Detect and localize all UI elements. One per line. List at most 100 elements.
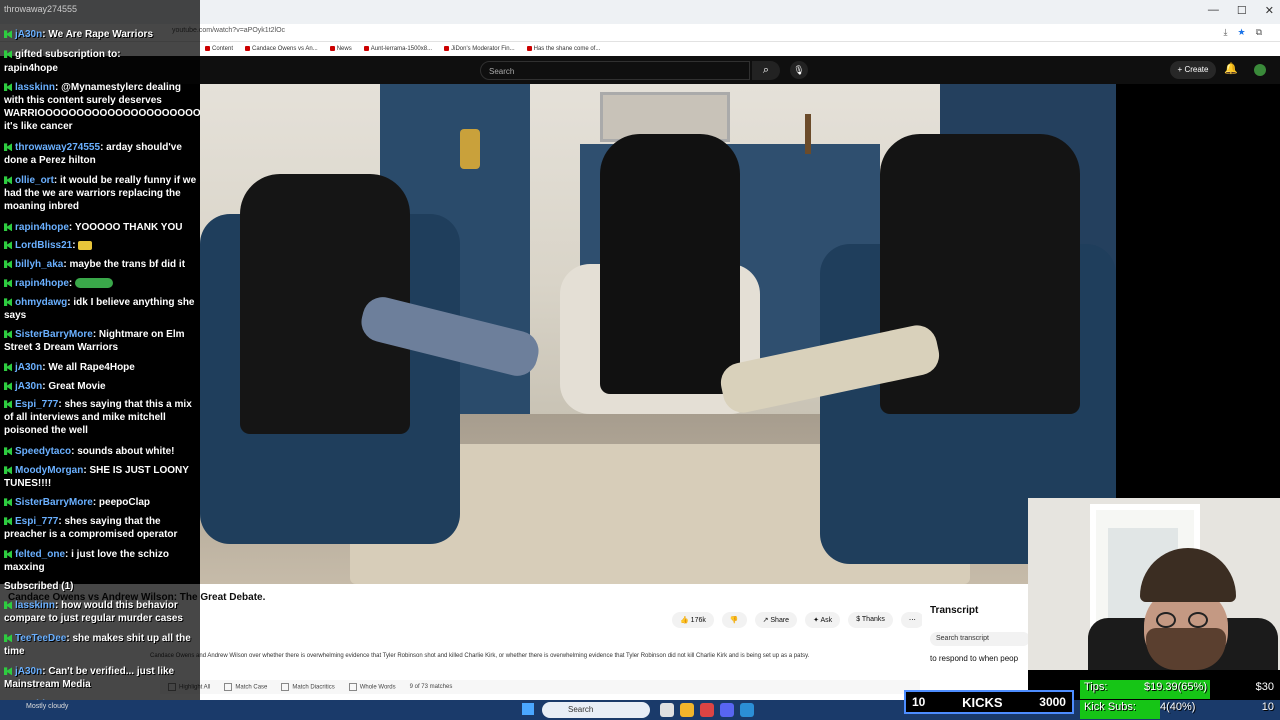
bookmark-item[interactable]: Candace Owens vs An... (245, 46, 318, 52)
taskbar-app-icon[interactable] (680, 703, 694, 717)
maximize-button[interactable]: ☐ (1237, 4, 1247, 17)
bookmark-item[interactable]: Content (205, 46, 233, 52)
thanks-button[interactable]: $ Thanks (848, 612, 893, 628)
subs-goal: 10 (1261, 701, 1274, 713)
chat-message: gifted subscription to: (4, 48, 198, 61)
transcript-search-input[interactable]: Search transcript (930, 632, 1030, 646)
chat-username[interactable]: Espi_777 (15, 516, 58, 527)
chat-username[interactable]: Speedytaco (15, 446, 71, 457)
download-icon[interactable]: ⤓ (1224, 27, 1228, 38)
chat-message: jA30n: Can't be verified... just like Ma… (4, 665, 198, 691)
chat-username[interactable]: billyh_aka (15, 259, 63, 270)
chat-message: jA30n: We Are Rape Warriors (4, 28, 198, 41)
chat-message: jA30n: We all Rape4Hope (4, 361, 198, 374)
chat-overlay: throwaway274555 jA30n: We Are Rape Warri… (0, 0, 200, 720)
chat-message: SisterBarryMore: peepoClap (4, 496, 198, 509)
chat-username[interactable]: jA30n (15, 381, 42, 392)
chat-message: TeeTeeDee: she makes shit up all the tim… (4, 632, 198, 658)
chat-username[interactable]: LordBliss21 (15, 240, 72, 251)
create-label: Create (1184, 65, 1209, 74)
like-button[interactable]: 👍 176k (672, 612, 714, 628)
video-description[interactable]: Candace Owens and Andrew Wilson over whe… (150, 653, 809, 659)
taskbar-app-icon[interactable] (660, 703, 674, 717)
chat-message: rapin4hope: (4, 277, 198, 290)
subs-label: Kick Subs: (1084, 701, 1136, 713)
avatar[interactable] (1254, 64, 1266, 76)
chat-username[interactable]: TeeTeeDee (15, 633, 66, 644)
chat-message: jA30n: Great Movie (4, 380, 198, 393)
tips-goal: $30 (1255, 681, 1274, 693)
taskbar-app-icon[interactable] (740, 703, 754, 717)
chat-username[interactable]: SisterBarryMore (15, 329, 93, 340)
subscriber-badge-icon (4, 517, 12, 526)
find-bar: Highlight All Match Case Match Diacritic… (160, 680, 920, 694)
extension-icon[interactable]: ⧉ (1256, 27, 1262, 38)
tips-goal-overlay: Tips: $19.39(65%) $30 Kick Subs: 4(40%) … (1080, 678, 1280, 720)
bookmark-item[interactable]: Aunt-lerrama-1500x8... (364, 46, 432, 52)
webcam-glasses-right (1188, 612, 1208, 628)
transcript-line[interactable]: to respond to when peop (930, 654, 1018, 663)
subscriber-badge-icon (4, 260, 12, 269)
subscriber-badge-icon (4, 382, 12, 391)
taskbar-app-icon[interactable] (700, 703, 714, 717)
taskbar-app-icon[interactable] (720, 703, 734, 717)
transcript-title: Transcript (930, 605, 979, 616)
chat-username[interactable]: Espi_777 (15, 399, 58, 410)
kicks-counter: 10 KICKS 3000 (904, 690, 1074, 714)
like-count: 176k (690, 617, 706, 624)
chat-message: ohmydawg: idk I believe anything she say… (4, 296, 198, 322)
chat-username[interactable]: rapin4hope (15, 222, 69, 233)
chat-emote-icon (78, 240, 93, 250)
chat-username[interactable]: MoodyMorgan (15, 465, 83, 476)
taskbar-search-input[interactable]: Search (542, 702, 650, 718)
subscriber-badge-icon (4, 279, 12, 288)
more-actions-button[interactable]: ⋯ (900, 612, 924, 628)
chat-username[interactable]: ohmydawg (15, 297, 67, 308)
chat-username[interactable]: SisterBarryMore (15, 497, 93, 508)
bookmark-item[interactable]: JiDon's Moderator Fin... (444, 46, 515, 52)
bookmark-item[interactable]: Has the shane come of... (527, 46, 601, 52)
ask-button[interactable]: ✦ Ask (805, 612, 841, 628)
microphone-icon[interactable]: 🎙 (790, 61, 808, 79)
subscriber-badge-icon (4, 143, 12, 152)
share-button[interactable]: ↗ Share (754, 612, 798, 628)
thanks-label: Thanks (861, 616, 885, 623)
close-button[interactable]: ✕ (1265, 4, 1274, 17)
chat-message: SisterBarryMore: Nightmare on Elm Street… (4, 328, 198, 354)
bookmark-item[interactable]: News (330, 46, 352, 52)
chat-username[interactable]: rapin4hope (15, 278, 69, 289)
whole-words-checkbox[interactable]: Whole Words (349, 683, 396, 691)
notifications-bell-icon[interactable]: 🔔 (1224, 62, 1238, 75)
video-scene-crucifix (805, 114, 811, 154)
chat-username[interactable]: jA30n (15, 666, 42, 677)
chat-username[interactable]: ollie_ort (15, 175, 54, 186)
subscriber-badge-icon (4, 223, 12, 232)
search-icon[interactable]: ⌕ (752, 61, 780, 80)
search-input[interactable]: Search (480, 61, 750, 80)
chat-username[interactable]: lasskinn (15, 82, 55, 93)
weather-widget[interactable]: Mostly cloudy (26, 703, 68, 710)
chat-username[interactable]: throwaway274555 (15, 142, 100, 153)
windows-start-icon[interactable] (522, 703, 534, 715)
chat-username[interactable]: felted_one (15, 549, 65, 560)
chat-emote-icon (75, 278, 114, 289)
subscriber-badge-icon (4, 241, 12, 250)
screen: — ☐ ✕ youtube.com/watch?v=aPOyk1t2lOc ⤓ … (0, 0, 1280, 720)
chat-username[interactable]: jA30n (15, 362, 42, 373)
chat-text: maybe the trans bf did it (69, 259, 186, 270)
match-case-checkbox[interactable]: Match Case (224, 683, 267, 691)
match-diacritics-checkbox[interactable]: Match Diacritics (281, 683, 334, 691)
video-player[interactable] (200, 84, 1116, 584)
chat-username[interactable]: jA30n (15, 29, 42, 40)
minimize-button[interactable]: — (1208, 4, 1219, 17)
webcam-beard (1146, 628, 1226, 670)
subscriber-badge-icon (4, 601, 12, 610)
video-actions: 👍 176k 👎 ↗ Share ✦ Ask $ Thanks ⋯ (672, 612, 924, 628)
chat-username[interactable]: lasskinn (15, 600, 55, 611)
share-label: Share (770, 617, 790, 624)
star-icon[interactable]: ★ (1237, 27, 1245, 38)
create-button[interactable]: + Create (1170, 61, 1216, 79)
dislike-button[interactable]: 👎 (721, 612, 747, 628)
chat-message: rapin4hope: YOOOOO THANK YOU (4, 221, 198, 234)
chat-text: We Are Rape Warriors (48, 29, 154, 40)
